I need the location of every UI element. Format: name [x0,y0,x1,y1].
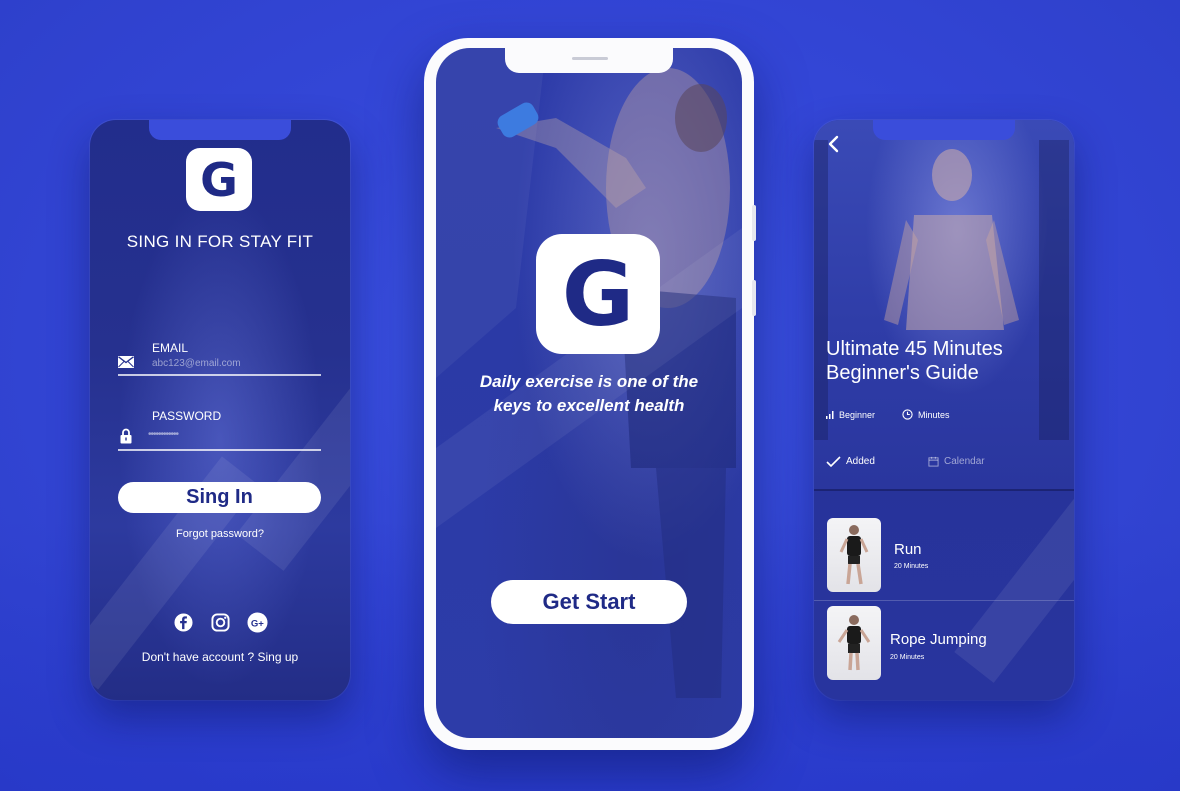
forgot-password-link[interactable]: Forgot password? [90,528,350,540]
calendar-text: Calendar [944,456,985,467]
exercise-thumbnail [827,606,881,680]
exercise-duration: 20 Minutes [890,654,925,661]
email-label: EMAIL [152,341,189,355]
tagline-line-2: keys to excellent health [493,396,685,415]
checkmark-icon [826,456,841,467]
email-field[interactable]: abc123@email.com [152,358,241,369]
calendar-button[interactable]: Calendar [928,456,985,467]
lock-icon [120,428,132,444]
get-start-button[interactable]: Get Start [491,580,687,624]
signin-button[interactable]: Sing In [118,482,321,513]
row-divider [814,600,1074,601]
phone-notch [873,120,1015,140]
email-underline [118,374,321,376]
svg-text:G+: G+ [250,618,263,629]
social-login-row: G+ [90,612,350,633]
workout-phone: Ultimate 45 Minutes Beginner's Guide Beg… [814,120,1074,700]
back-chevron-icon[interactable] [826,134,842,154]
app-logo: G [536,234,660,354]
duration-meta: Minutes [902,409,950,420]
workout-title: Ultimate 45 Minutes Beginner's Guide [826,337,1062,385]
logo-letter: G [561,242,635,346]
exercise-thumbnail [827,518,881,592]
hero-image [814,120,1074,490]
title-line-1: Ultimate 45 Minutes [826,338,1003,360]
exercise-row[interactable]: Rope Jumping 20 Minutes [814,604,1074,686]
exercise-row[interactable]: Run 20 Minutes [814,514,1074,596]
instagram-icon[interactable] [210,612,231,633]
clock-icon [902,409,913,420]
exercise-duration: 20 Minutes [894,563,929,570]
password-underline [118,449,321,451]
level-text: Beginner [839,410,876,420]
app-logo: G [186,148,252,211]
volume-up-button [752,205,756,241]
facebook-icon[interactable] [173,612,194,633]
signin-title: SING IN FOR STAY FIT [126,232,314,251]
exercise-name: Run [894,541,922,558]
phone-notch [505,48,673,73]
volume-down-button [752,280,756,316]
calendar-icon [928,456,939,467]
signal-bars-icon [826,411,834,419]
phone-notch [149,120,291,140]
section-divider [814,489,1074,491]
password-label: PASSWORD [152,409,222,423]
tagline: Daily exercise is one of the keys to exc… [466,370,712,418]
added-text: Added [846,456,875,467]
athlete-image [814,140,1069,440]
duration-text: Minutes [918,409,950,420]
signin-phone: G SING IN FOR STAY FIT EMAIL abc123@emai… [90,120,350,700]
added-toggle[interactable]: Added [826,456,875,467]
password-field[interactable]: •••••••••••• [148,429,179,440]
exercise-name: Rope Jumping [890,631,987,648]
level-meta: Beginner [826,410,875,420]
google-plus-icon[interactable]: G+ [246,612,268,633]
welcome-phone: G Daily exercise is one of the keys to e… [436,48,742,738]
rope-jumper-figure [837,615,871,671]
signup-link[interactable]: Don't have account ? Sing up [90,650,350,664]
tagline-line-1: Daily exercise is one of the [479,372,699,391]
logo-letter: G [200,152,238,207]
mail-icon [118,356,134,368]
title-line-2: Beginner's Guide [826,362,979,384]
runner-figure [839,525,869,585]
speaker-grille [572,57,608,60]
